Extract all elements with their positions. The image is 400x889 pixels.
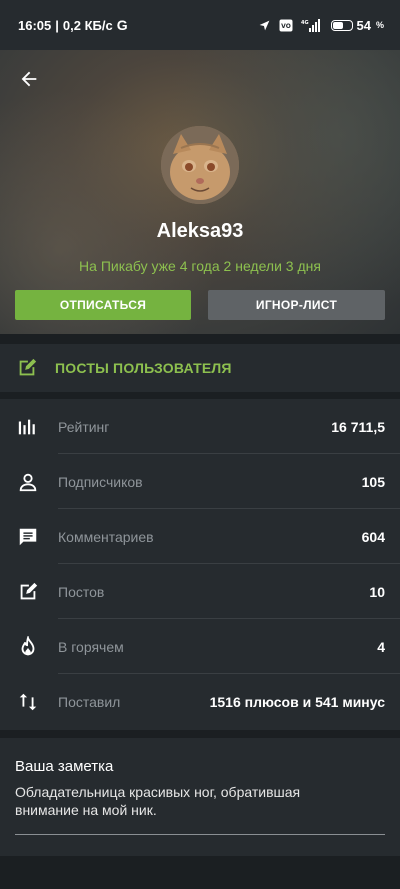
- edit-icon: [19, 358, 37, 376]
- stat-rating: Рейтинг 16 711,5: [0, 399, 400, 454]
- google-icon: G: [116, 17, 128, 33]
- volte-icon: VO: [279, 19, 293, 32]
- user-note-section: Ваша заметка Обладательница красивых ног…: [0, 738, 400, 856]
- stat-label: Рейтинг: [58, 418, 110, 435]
- stat-label: Подписчиков: [58, 473, 143, 490]
- signal-icon: 4G: [301, 18, 323, 32]
- stat-value: 10: [369, 583, 385, 600]
- profile-header: Aleksa93 На Пикабу уже 4 года 2 недели 3…: [0, 50, 400, 334]
- avatar[interactable]: [161, 126, 239, 204]
- back-arrow-icon: [21, 71, 37, 87]
- stats-list: Рейтинг 16 711,5 Подписчиков 105 Коммент…: [0, 399, 400, 730]
- battery-level: 54: [356, 17, 371, 33]
- stat-label: Постов: [58, 583, 105, 600]
- back-button[interactable]: [16, 66, 42, 92]
- stat-label: Поставил: [58, 693, 121, 710]
- status-bar: 16:05 | 0,2 КБ/с G VO 4G 54%: [0, 0, 400, 50]
- network-badge: 4G: [301, 20, 309, 26]
- stat-subscribers[interactable]: Подписчиков 105: [0, 454, 400, 509]
- stat-posts[interactable]: Постов 10: [0, 564, 400, 619]
- edit-icon: [15, 579, 41, 605]
- user-posts-label: ПОСТЫ ПОЛЬЗОВАТЕЛЯ: [55, 360, 232, 376]
- status-speed: 0,2 КБ/с: [62, 17, 113, 33]
- swap-icon: [15, 689, 41, 715]
- person-icon: [15, 469, 41, 495]
- stat-hot[interactable]: В горячем 4: [0, 619, 400, 674]
- battery-icon: [330, 19, 353, 31]
- user-posts-link[interactable]: ПОСТЫ ПОЛЬЗОВАТЕЛЯ: [0, 344, 400, 392]
- comment-icon: [15, 524, 41, 550]
- stat-label: В горячем: [58, 638, 124, 655]
- status-time: 16:05: [18, 17, 52, 33]
- ignore-list-button[interactable]: ИГНОР-ЛИСТ: [208, 290, 385, 320]
- note-underline: [15, 834, 385, 835]
- stat-comments[interactable]: Комментариев 604: [0, 509, 400, 564]
- svg-text:VO: VO: [281, 23, 291, 30]
- rating-icon: [15, 414, 41, 440]
- note-text-field[interactable]: Обладательница красивых ног, обратившая …: [15, 783, 355, 819]
- stat-value: 1516 плюсов и 541 минус: [209, 693, 385, 710]
- battery-indicator: 54%: [330, 17, 384, 33]
- unsubscribe-button[interactable]: ОТПИСАТЬСЯ: [15, 290, 191, 320]
- stat-value: 604: [361, 528, 385, 545]
- cat-avatar-image: [161, 126, 239, 204]
- username: Aleksa93: [156, 220, 244, 242]
- stat-value: 16 711,5: [331, 418, 385, 435]
- stat-votes: Поставил 1516 плюсов и 541 минус: [0, 674, 400, 729]
- stat-label: Комментариев: [58, 528, 154, 545]
- stat-value: 105: [361, 473, 385, 490]
- flame-icon: [15, 634, 41, 660]
- note-title: Ваша заметка: [15, 758, 114, 775]
- location-icon: [258, 19, 271, 32]
- stat-value: 4: [377, 638, 385, 655]
- member-since: На Пикабу уже 4 года 2 недели 3 дня: [79, 258, 321, 274]
